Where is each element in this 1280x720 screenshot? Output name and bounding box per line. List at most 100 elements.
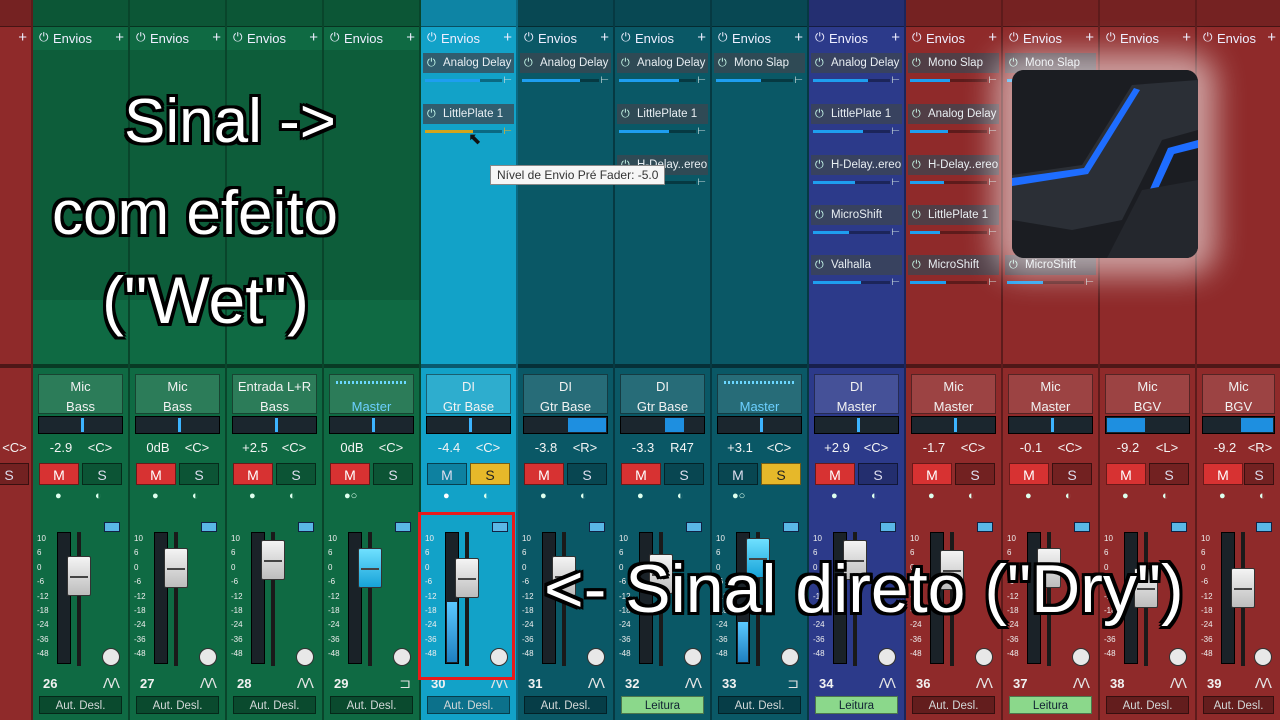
monitor-icon[interactable]: ◐ — [483, 490, 490, 502]
expand-icon[interactable] — [783, 522, 799, 532]
power-icon[interactable]: ⏻ — [912, 104, 921, 124]
link-icon[interactable]: ●○ — [344, 490, 357, 502]
power-icon[interactable]: ⏻ — [815, 205, 824, 225]
trim-knob[interactable] — [587, 648, 605, 666]
send-level[interactable] — [813, 79, 868, 82]
channel-name-block[interactable]: Entrada L+R Bass — [232, 374, 317, 414]
power-icon[interactable]: ⏻ — [912, 255, 921, 275]
send-slot[interactable]: ⏻ Mono Slap ⊢ — [712, 53, 807, 101]
add-send-icon[interactable]: + — [309, 29, 318, 46]
send-level[interactable] — [813, 281, 861, 284]
power-icon[interactable]: ⏻ — [815, 53, 824, 73]
pan-slider[interactable] — [329, 416, 414, 434]
send-slot[interactable]: ⏻ Analog Delay ⊢ — [809, 53, 904, 101]
solo-button[interactable]: S — [1149, 463, 1189, 485]
send-level[interactable] — [910, 281, 946, 284]
add-send-icon[interactable]: + — [697, 29, 706, 46]
expand-icon[interactable] — [395, 522, 411, 532]
solo-button[interactable]: S — [179, 463, 219, 485]
automation-mode[interactable]: Aut. Desl. — [330, 696, 413, 714]
add-send-icon[interactable]: + — [600, 29, 609, 46]
send-slot[interactable]: ⏻ Analog Delay ⊢ — [906, 104, 1001, 152]
add-send-icon[interactable]: + — [891, 29, 900, 46]
send-slot[interactable]: ⏻ H-Delay..ereo ⊢ — [809, 155, 904, 203]
solo-button[interactable]: S — [567, 463, 607, 485]
send-level[interactable] — [619, 130, 669, 133]
output-route-icon[interactable]: ⊐ — [787, 675, 799, 692]
channel-name-block[interactable]: DI Gtr Base — [426, 374, 511, 414]
send-level[interactable] — [619, 79, 679, 82]
pan-slider[interactable] — [911, 416, 996, 434]
record-icon[interactable]: ● — [1122, 490, 1129, 502]
pan-slider[interactable] — [1105, 416, 1190, 434]
automation-mode[interactable]: Leitura — [621, 696, 704, 714]
channel-name-block[interactable]: Master — [329, 374, 414, 414]
mute-button[interactable]: M — [1009, 463, 1049, 485]
waveform-icon[interactable]: ᐱᐱ — [1170, 675, 1187, 692]
monitor-icon[interactable]: ◐ — [95, 490, 102, 502]
pan-pin-icon[interactable]: ⊢ — [794, 75, 803, 86]
trim-knob[interactable] — [393, 648, 411, 666]
power-icon[interactable]: ⏻ — [621, 104, 630, 124]
send-level[interactable] — [813, 181, 855, 184]
power-icon[interactable]: ⏻ — [621, 53, 630, 73]
mute-button[interactable]: M — [621, 463, 661, 485]
mute-button[interactable]: M — [1106, 463, 1146, 485]
power-icon[interactable]: ⏻ — [912, 205, 921, 225]
expand-icon[interactable] — [104, 522, 120, 532]
send-level[interactable] — [425, 130, 473, 133]
send-slot[interactable]: ⏻ Mono Slap ⊢ — [906, 53, 1001, 101]
monitor-icon[interactable]: ◐ — [871, 490, 878, 502]
power-icon[interactable]: ⏻ — [815, 104, 824, 124]
mute-button[interactable]: M — [233, 463, 273, 485]
pan-slider[interactable] — [1202, 416, 1275, 434]
send-slot[interactable]: ⏻ Analog Delay ⊢ — [518, 53, 613, 101]
fader-handle[interactable] — [261, 540, 285, 580]
channel-name-block[interactable]: DI Master — [814, 374, 899, 414]
waveform-icon[interactable]: ᐱᐱ — [976, 675, 993, 692]
channel-name-block[interactable]: Mic Master — [911, 374, 996, 414]
fader-handle[interactable] — [67, 556, 91, 596]
power-icon[interactable]: ⏻ — [912, 30, 922, 45]
send-level[interactable] — [910, 130, 948, 133]
monitor-icon[interactable]: ◐ — [1065, 490, 1072, 502]
send-level[interactable] — [522, 79, 580, 82]
send-level[interactable] — [425, 79, 480, 82]
add-send-icon[interactable]: + — [988, 29, 997, 46]
power-icon[interactable]: ⏻ — [524, 53, 533, 73]
automation-mode[interactable]: Leitura — [1009, 696, 1092, 714]
power-icon[interactable]: ⏻ — [330, 30, 340, 45]
power-icon[interactable]: ⏻ — [39, 30, 49, 45]
pan-slider[interactable] — [523, 416, 608, 434]
solo-button[interactable]: S — [0, 463, 29, 485]
solo-button[interactable]: S — [955, 463, 995, 485]
solo-button[interactable]: S — [858, 463, 898, 485]
power-icon[interactable]: ⏻ — [815, 155, 824, 175]
send-slot[interactable]: ⏻ Analog Delay ⊢ — [421, 53, 516, 101]
trim-knob[interactable] — [1254, 648, 1272, 666]
automation-mode[interactable]: Aut. Desl. — [427, 696, 510, 714]
fader-handle[interactable] — [164, 548, 188, 588]
record-icon[interactable]: ● — [443, 490, 450, 502]
pan-pin-icon[interactable]: ⊢ — [988, 75, 997, 86]
add-send-icon[interactable]: + — [212, 29, 221, 46]
pan-pin-icon[interactable]: ⊢ — [891, 75, 900, 86]
automation-mode[interactable]: Aut. Desl. — [524, 696, 607, 714]
solo-button[interactable]: S — [761, 463, 801, 485]
fader-handle[interactable] — [358, 548, 382, 588]
monitor-icon[interactable]: ◐ — [677, 490, 684, 502]
pan-pin-icon[interactable]: ⊢ — [891, 227, 900, 238]
power-icon[interactable]: ⏻ — [718, 30, 728, 45]
monitor-icon[interactable]: ◐ — [1162, 490, 1169, 502]
fader-handle[interactable] — [1231, 568, 1255, 608]
send-level[interactable] — [716, 79, 761, 82]
pan-pin-icon[interactable]: ⊢ — [988, 277, 997, 288]
waveform-icon[interactable]: ᐱᐱ — [297, 675, 314, 692]
automation-mode[interactable]: Aut. Desl. — [1106, 696, 1189, 714]
record-icon[interactable]: ● — [249, 490, 256, 502]
channel-name-block[interactable]: Mic Bass — [135, 374, 220, 414]
trim-knob[interactable] — [878, 648, 896, 666]
trim-knob[interactable] — [102, 648, 120, 666]
monitor-icon[interactable]: ◐ — [192, 490, 199, 502]
add-send-icon[interactable]: + — [1182, 29, 1191, 46]
